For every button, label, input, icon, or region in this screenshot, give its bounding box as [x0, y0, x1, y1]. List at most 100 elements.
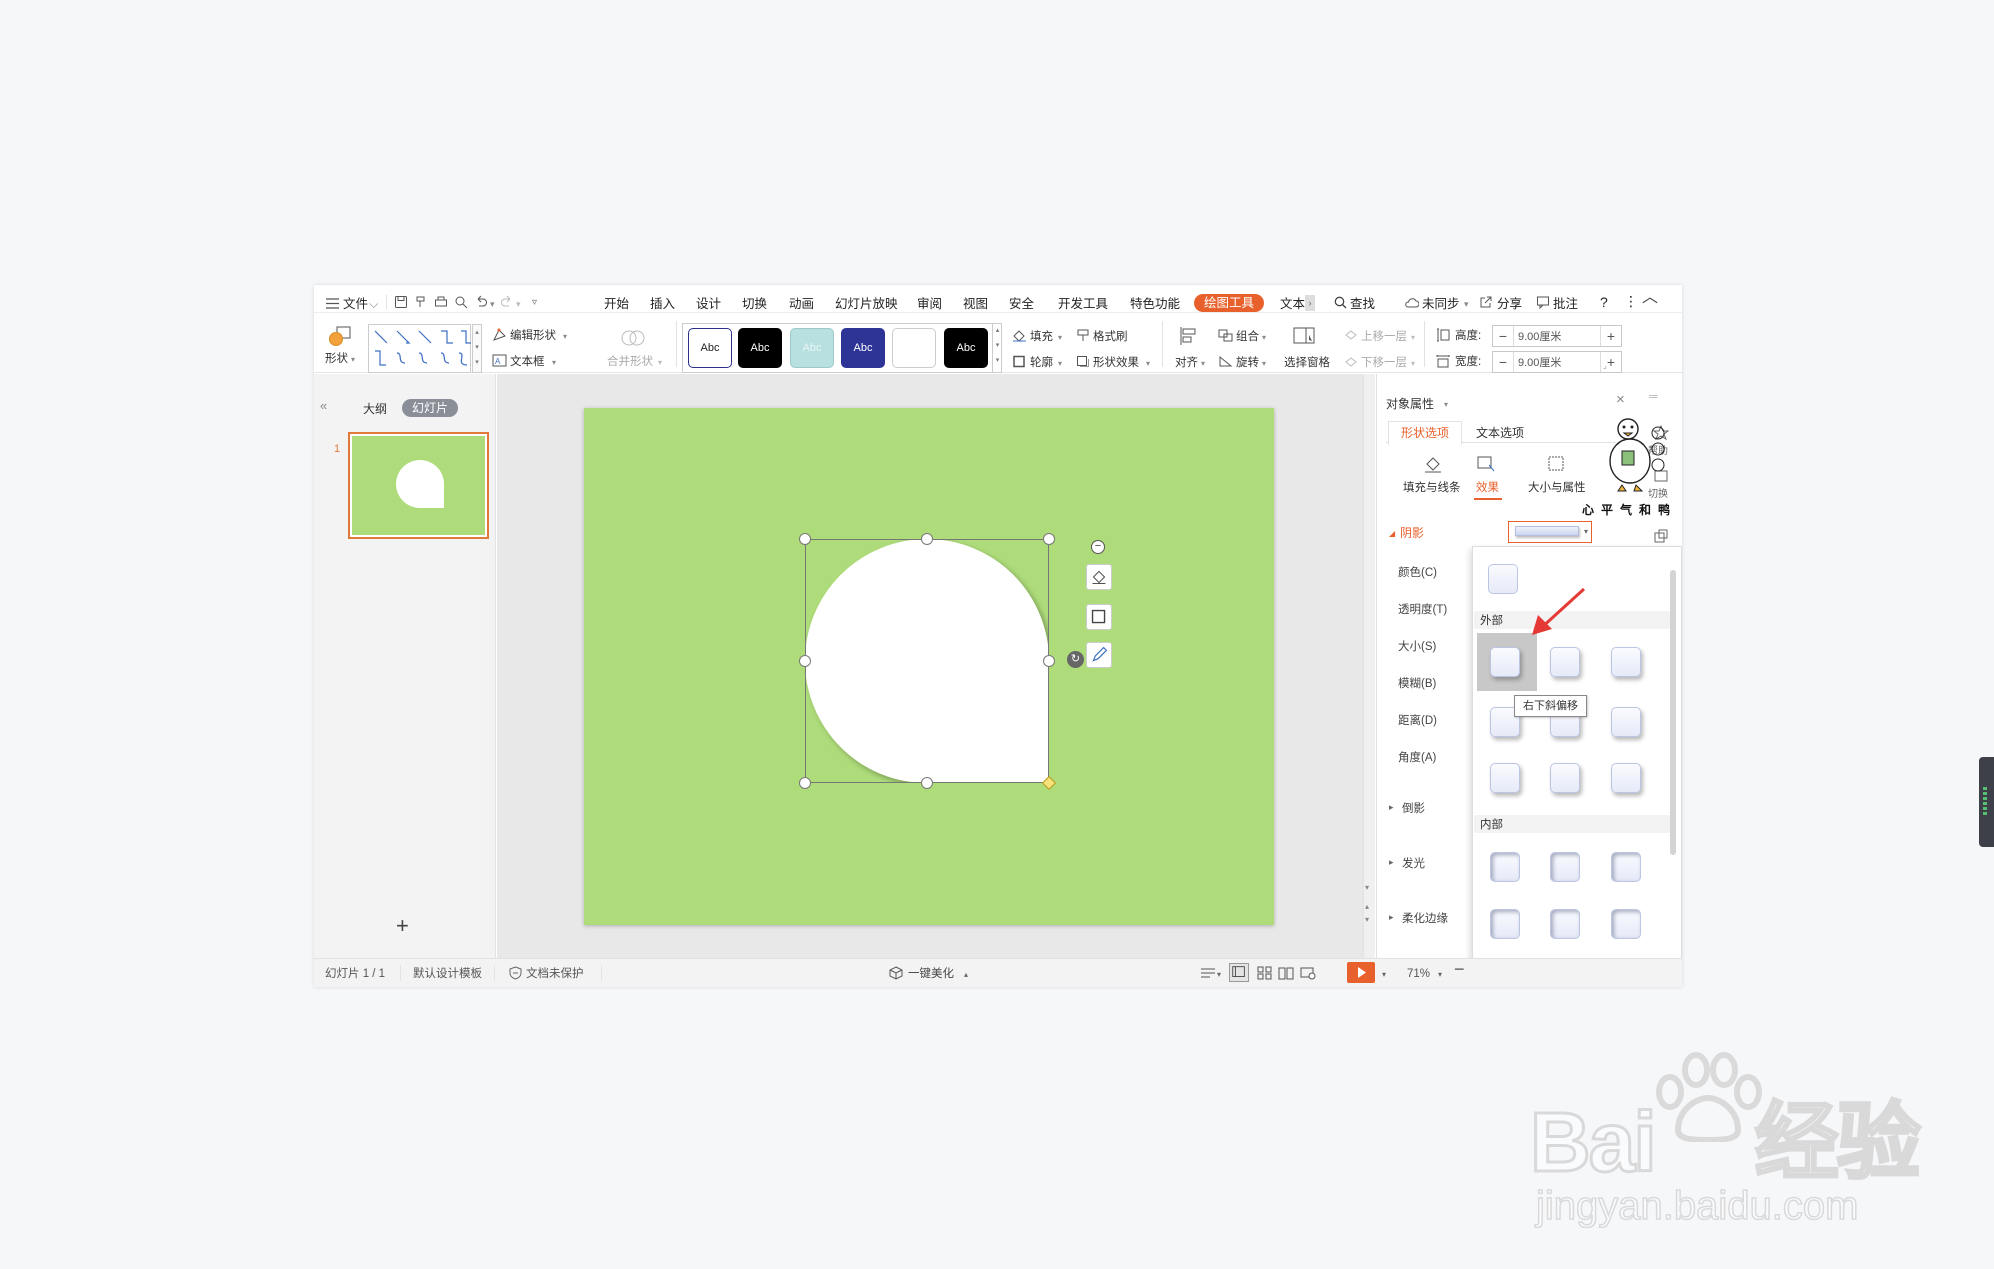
edit-shape-icon[interactable] [492, 328, 508, 342]
float-collapse-icon[interactable]: − [1091, 540, 1105, 554]
shadow-preset-inner-1[interactable] [1490, 852, 1520, 882]
properties-title[interactable]: 对象属性 [1386, 397, 1434, 411]
beautify-button[interactable]: 一键美化 [908, 967, 954, 981]
tab-transition[interactable]: 切换 [742, 297, 767, 311]
shadow-preset-outer-8[interactable] [1550, 763, 1580, 793]
send-backward-icon[interactable] [1344, 355, 1358, 368]
properties-title-dropdown-icon[interactable]: ▾ [1444, 398, 1448, 412]
zoom-dropdown-icon[interactable]: ▾ [1438, 968, 1442, 982]
template-name[interactable]: 默认设计模板 [413, 967, 482, 981]
style-preset-1[interactable]: Abc [688, 328, 732, 368]
send-backward-button[interactable]: 下移一层 [1361, 356, 1407, 370]
glow-expand-icon[interactable]: ▸ [1389, 855, 1394, 869]
tab-view[interactable]: 视图 [963, 297, 988, 311]
merge-shape-icon[interactable] [620, 328, 646, 348]
shadow-section[interactable]: 阴影 [1400, 526, 1424, 540]
reading-view-icon[interactable] [1278, 966, 1294, 980]
shadow-preset-outer-7[interactable] [1490, 763, 1520, 793]
style-gallery-scroll[interactable]: ▴ ▾ ▾ [992, 323, 1002, 373]
float-outline-button[interactable] [1086, 604, 1112, 630]
redo-dropdown-icon[interactable]: ▾ [516, 297, 521, 311]
subtab-fill-line[interactable]: 填充与线条 [1403, 481, 1461, 495]
height-decrease-button[interactable]: − [1493, 326, 1513, 346]
tab-developer[interactable]: 开发工具 [1058, 297, 1108, 311]
float-fill-button[interactable] [1086, 564, 1112, 590]
subtab-effect[interactable]: 效果 [1476, 481, 1499, 495]
resize-handle-tl[interactable] [799, 533, 811, 545]
shadow-preset-inner-6[interactable] [1611, 909, 1641, 939]
shadow-preset-inner-3[interactable] [1611, 852, 1641, 882]
soft-edge-section[interactable]: 柔化边缘 [1402, 910, 1448, 926]
format-brush-button[interactable]: 格式刷 [1093, 330, 1128, 344]
group-icon[interactable] [1218, 329, 1233, 342]
resize-handle-mr[interactable] [1043, 655, 1055, 667]
fill-line-icon[interactable] [1423, 455, 1443, 473]
gallery-scrollbar[interactable] [1670, 570, 1676, 855]
shadow-preset-inner-5[interactable] [1550, 909, 1580, 939]
add-slide-button[interactable]: + [396, 915, 409, 937]
tab-insert[interactable]: 插入 [650, 297, 675, 311]
side-shape-icon[interactable] [1653, 528, 1669, 544]
selection-pane-icon[interactable] [1292, 325, 1316, 347]
outline-tab[interactable]: 大纲 [363, 402, 387, 416]
resize-handle-ml[interactable] [799, 655, 811, 667]
height-value[interactable]: 9.00厘米 [1513, 326, 1601, 346]
scroll-down-icon[interactable]: ▾ [1365, 881, 1369, 895]
canvas-scrollbar[interactable] [1363, 374, 1375, 958]
panel-menu-icon[interactable]: ═ [1649, 389, 1658, 403]
bring-forward-dropdown-icon[interactable]: ▾ [1411, 331, 1415, 345]
play-dropdown-icon[interactable]: ▾ [1382, 968, 1386, 982]
tab-animation[interactable]: 动画 [789, 297, 814, 311]
beautify-icon[interactable] [889, 966, 903, 980]
shadow-preset-outer-9[interactable] [1611, 763, 1641, 793]
shape-gallery-scroll[interactable]: ▴ ▾ ▾ [472, 324, 482, 373]
shadow-preset-select[interactable]: ▾ [1508, 521, 1592, 543]
text-box-dropdown-icon[interactable]: ▾ [552, 356, 556, 370]
shadow-none-preset[interactable] [1488, 564, 1518, 594]
properties-close-icon[interactable]: × [1616, 392, 1625, 407]
float-pen-button[interactable] [1086, 642, 1112, 668]
tab-scroll-right-icon[interactable]: › [1305, 295, 1315, 311]
share-icon[interactable] [1479, 295, 1493, 309]
undo-icon[interactable] [474, 295, 488, 309]
zoom-level[interactable]: 71% [1407, 967, 1430, 981]
tab-special[interactable]: 特色功能 [1130, 297, 1180, 311]
glow-section[interactable]: 发光 [1402, 855, 1425, 871]
beautify-dropdown-icon[interactable]: ▴ [964, 968, 968, 982]
shadow-preset-inner-4[interactable] [1490, 909, 1520, 939]
tab-shape-options[interactable]: 形状选项 [1388, 421, 1462, 445]
print-icon[interactable] [434, 295, 448, 309]
help-button[interactable]: ? [1600, 295, 1608, 309]
edit-shape-button[interactable]: 编辑形状 [510, 329, 556, 343]
selection-pane-button[interactable]: 选择窗格 [1284, 356, 1330, 370]
tab-text[interactable]: 文本 [1280, 297, 1305, 311]
edit-shape-dropdown-icon[interactable]: ▾ [563, 330, 567, 344]
tab-security[interactable]: 安全 [1009, 297, 1034, 311]
resize-handle-bl[interactable] [799, 777, 811, 789]
reflection-section[interactable]: 倒影 [1402, 800, 1425, 816]
shape-dropdown-icon[interactable]: ▾ [351, 353, 355, 367]
shadow-select-dropdown-icon[interactable]: ▾ [1584, 527, 1588, 536]
tab-drawing-tools[interactable]: 绘图工具 [1194, 294, 1265, 312]
align-icon[interactable] [1178, 325, 1200, 347]
group-button[interactable]: 组合 [1236, 330, 1259, 344]
normal-view-button[interactable] [1229, 963, 1249, 982]
slide-thumbnail[interactable] [348, 432, 489, 539]
tab-design[interactable]: 设计 [696, 297, 721, 311]
undo-dropdown-icon[interactable]: ▾ [490, 297, 495, 311]
shadow-expand-icon[interactable]: ◢ [1389, 527, 1395, 541]
format-brush-icon[interactable] [1076, 329, 1090, 342]
style-preset-3[interactable]: Abc [790, 328, 834, 368]
share-button[interactable]: 分享 [1497, 297, 1522, 311]
cloud-sync-icon[interactable] [1404, 296, 1420, 308]
slides-tab[interactable]: 幻灯片 [402, 399, 459, 417]
height-increase-button[interactable]: + [1601, 326, 1621, 346]
width-decrease-button[interactable]: − [1493, 352, 1513, 372]
play-slideshow-button[interactable] [1347, 962, 1375, 983]
hamburger-icon[interactable] [326, 296, 339, 309]
outline-dropdown-icon[interactable]: ▾ [1058, 357, 1062, 371]
search-icon[interactable] [1334, 296, 1347, 309]
sync-dropdown-icon[interactable]: ▾ [1464, 297, 1469, 311]
group-dropdown-icon[interactable]: ▾ [1262, 331, 1266, 345]
resize-handle-tc[interactable] [921, 533, 933, 545]
